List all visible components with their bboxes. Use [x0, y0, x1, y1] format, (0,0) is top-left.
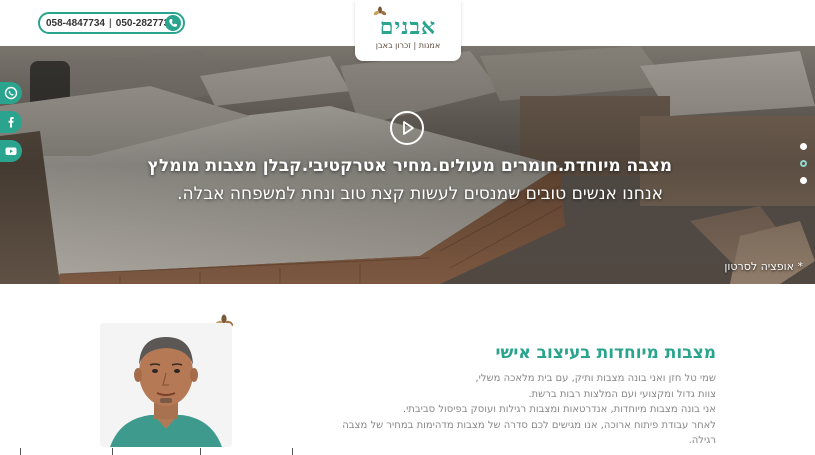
slider-dot-2-active[interactable] — [800, 160, 807, 167]
hero-title: מצבה מיוחדת.חומרים מעולים.מחיר אטרקטיבי.… — [147, 156, 672, 176]
divider-tick — [112, 448, 113, 455]
about-line-2: צוות גדול ומקצועי ועם המלצות רבות ברשת. — [528, 388, 716, 400]
logo-subtitle: אמנות | זכרון באבן — [375, 41, 441, 50]
phone-icon[interactable] — [165, 15, 181, 31]
slider-dots — [800, 143, 807, 194]
youtube-icon[interactable] — [0, 140, 22, 162]
divider-tick — [20, 448, 21, 455]
divider-tick — [200, 448, 201, 455]
about-line-3: אני בונה מצבות מיוחדות, אנדרטאות ומצבות … — [402, 404, 716, 415]
phone-number-1[interactable]: 058-4847734 — [46, 18, 105, 29]
about-section: מצבות מיוחדות בעיצוב אישי שמי טל חזן ואנ… — [0, 284, 815, 455]
about-line-4: לאחר עבודת פיתוח ארוכה, אנו מגישים לכם ס… — [342, 419, 716, 431]
site-logo[interactable]: אבנים אמנות | זכרון באבן — [355, 0, 461, 61]
slider-dot-1[interactable] — [800, 143, 807, 150]
slider-dot-3[interactable] — [800, 177, 807, 184]
phone-pill[interactable]: 058-4847734 | 050-2827733 — [38, 12, 185, 34]
about-title: מצבות מיוחדות בעיצוב אישי — [495, 343, 716, 363]
about-line-5: רגילה. — [688, 435, 716, 446]
site-header: 058-4847734 | 050-2827733 אבנים אמנות | … — [0, 0, 815, 61]
phone-separator: | — [108, 17, 112, 29]
hero-banner: מצבה מיוחדת.חומרים מעולים.מחיר אטרקטיבי.… — [0, 46, 815, 284]
owner-portrait — [100, 323, 232, 447]
hero-subtitle: אנחנו אנשים טובים שמנסים לעשות קצת טוב ו… — [177, 184, 663, 204]
about-text: שמי טל חזן ואני בונה מצבות ותיק, עם בית … — [296, 371, 716, 449]
divider-tick — [292, 448, 293, 455]
about-line-1: שמי טל חזן ואני בונה מצבות ותיק, עם בית … — [475, 373, 716, 384]
play-icon — [403, 121, 414, 135]
play-video-button[interactable] — [390, 111, 424, 145]
leaf-icon — [373, 6, 387, 16]
logo-text: אבנים — [379, 14, 437, 40]
social-links — [0, 82, 22, 169]
facebook-icon[interactable] — [0, 111, 22, 133]
hero-caption: * אופציה לסרטון — [724, 260, 803, 273]
whatsapp-icon[interactable] — [0, 82, 22, 104]
